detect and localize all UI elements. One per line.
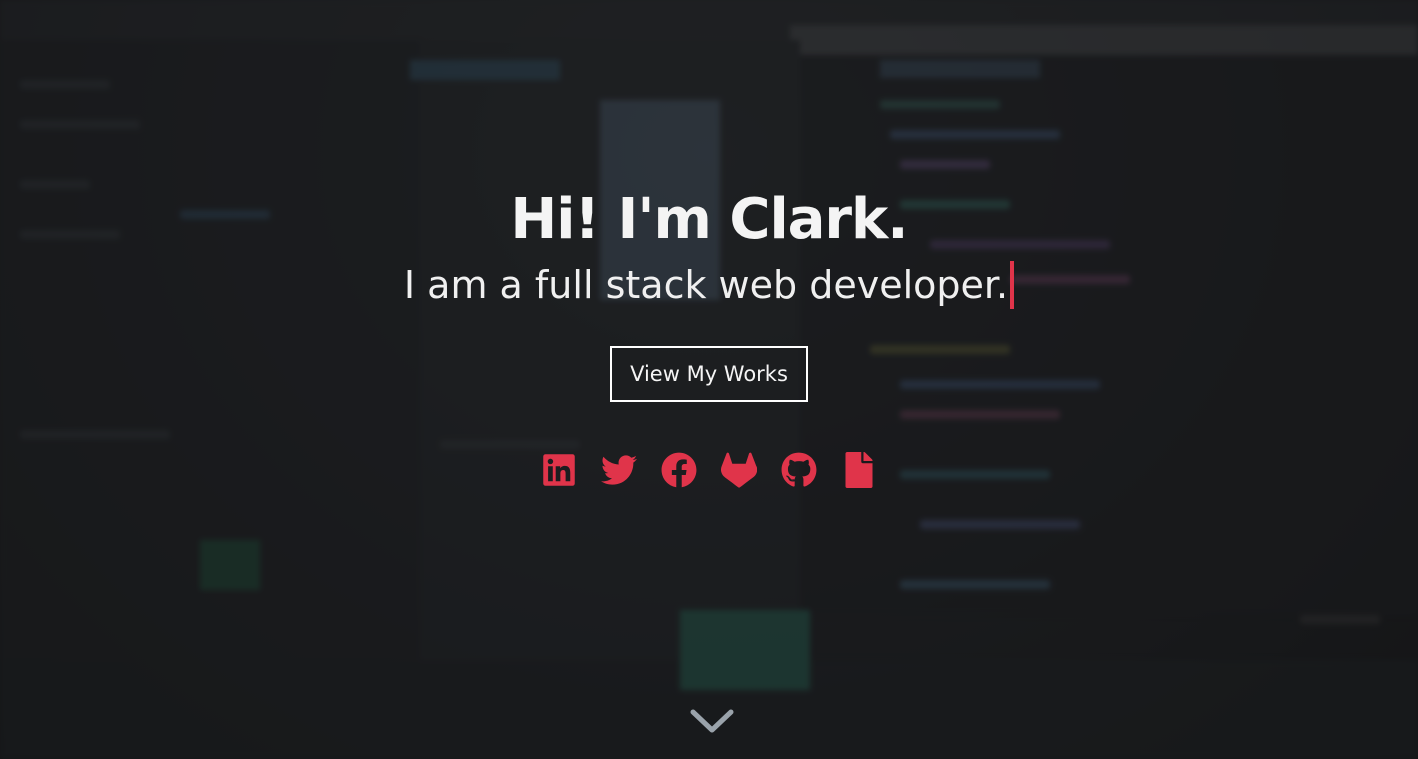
typed-text: I am a full stack web developer. — [403, 263, 1009, 307]
scroll-down-button[interactable] — [689, 706, 735, 736]
linkedin-link[interactable] — [539, 450, 579, 490]
gitlab-link[interactable] — [719, 450, 759, 490]
view-works-button[interactable]: View My Works — [610, 346, 808, 402]
github-link[interactable] — [779, 450, 819, 490]
hero-subtitle: I am a full stack web developer. — [403, 260, 1015, 310]
file-icon — [845, 452, 873, 488]
linkedin-icon — [543, 454, 575, 486]
twitter-icon — [601, 455, 637, 485]
resume-link[interactable] — [839, 450, 879, 490]
hero-section: Hi! I'm Clark. I am a full stack web dev… — [0, 0, 1418, 759]
facebook-icon — [661, 452, 697, 488]
gitlab-icon — [721, 452, 757, 488]
typing-cursor — [1010, 261, 1015, 309]
chevron-down-icon — [690, 709, 734, 733]
hero-title: Hi! I'm Clark. — [510, 187, 908, 252]
twitter-link[interactable] — [599, 450, 639, 490]
facebook-link[interactable] — [659, 450, 699, 490]
social-links — [539, 450, 879, 490]
github-icon — [781, 452, 817, 487]
